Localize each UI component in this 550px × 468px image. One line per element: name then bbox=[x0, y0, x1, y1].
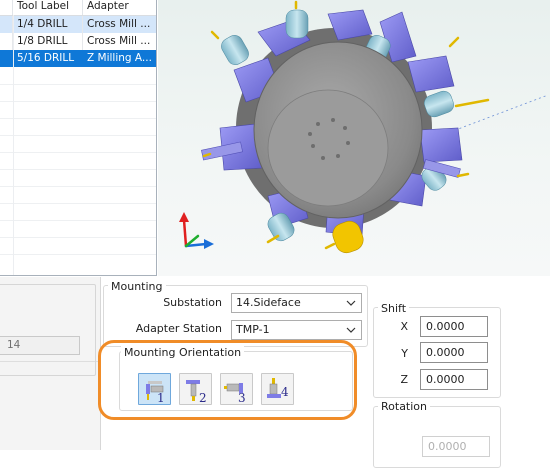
shift-y-input[interactable]: 0.0000 bbox=[420, 342, 488, 363]
adapter-station-label: Adapter Station bbox=[135, 322, 222, 335]
shift-x-label: X bbox=[400, 320, 408, 333]
shift-y-label: Y bbox=[401, 347, 408, 360]
row-index-cell bbox=[0, 16, 13, 33]
orientation-number: 4 bbox=[281, 385, 289, 399]
tool-table[interactable]: Tool Label Adapter 1/4 DRILL Cross Mill … bbox=[0, 0, 157, 276]
column-header-index[interactable] bbox=[0, 0, 13, 15]
adapter-cell: Cross Mill ... bbox=[87, 35, 151, 47]
row-divider bbox=[0, 220, 156, 221]
row-divider bbox=[0, 203, 156, 204]
rotation-group-title: Rotation bbox=[378, 400, 431, 413]
substation-dropdown[interactable]: 14.Sideface bbox=[231, 293, 362, 313]
left-groupbox bbox=[0, 284, 96, 376]
row-divider bbox=[0, 254, 156, 255]
adapter-station-value: TMP-1 bbox=[236, 323, 270, 336]
turret-model bbox=[179, 0, 549, 254]
orientation-1-icon: 1 bbox=[146, 381, 165, 405]
substation-value: 14.Sideface bbox=[236, 296, 301, 309]
adapter-station-dropdown[interactable]: TMP-1 bbox=[231, 320, 362, 340]
orientation-3-icon: 3 bbox=[224, 383, 246, 405]
table-row[interactable]: 1/4 DRILL Cross Mill ... bbox=[0, 16, 156, 33]
row-divider bbox=[0, 101, 156, 102]
adapter-cell: Cross Mill ... bbox=[87, 18, 151, 30]
column-header-adapter[interactable]: Adapter bbox=[83, 0, 156, 15]
row-divider bbox=[0, 186, 156, 187]
orientation-number: 2 bbox=[199, 391, 207, 405]
orientation-1-button[interactable]: 1 bbox=[138, 373, 171, 405]
tool-label-cell: 1/8 DRILL bbox=[13, 33, 83, 50]
row-divider bbox=[0, 152, 156, 153]
row-divider bbox=[0, 135, 156, 136]
left-value-field[interactable]: 14 bbox=[0, 336, 80, 355]
adapter-cell: Z Milling A... bbox=[87, 52, 152, 64]
rotation-input[interactable]: 0.0000 bbox=[422, 436, 490, 457]
orientation-3-button[interactable]: 3 bbox=[220, 373, 253, 405]
chevron-down-icon bbox=[346, 327, 356, 333]
table-row-selected[interactable]: 5/16 DRILL Z Milling A... bbox=[0, 50, 156, 67]
shift-x-input[interactable]: 0.0000 bbox=[420, 316, 488, 337]
3d-viewport[interactable] bbox=[158, 0, 550, 276]
row-index-cell bbox=[0, 33, 13, 50]
row-divider bbox=[0, 169, 156, 170]
mounting-group-title: Mounting bbox=[108, 280, 166, 293]
column-header-tool-label[interactable]: Tool Label bbox=[13, 0, 83, 15]
mounting-orientation-title: Mounting Orientation bbox=[121, 346, 245, 359]
chevron-down-icon bbox=[346, 300, 356, 306]
orientation-4-button[interactable]: 4 bbox=[261, 373, 294, 405]
tool-label-cell: 1/4 DRILL bbox=[13, 16, 83, 33]
column-divider bbox=[13, 15, 14, 275]
orientation-number: 3 bbox=[238, 391, 246, 405]
orientation-number: 1 bbox=[157, 391, 165, 405]
tool-label-cell: 5/16 DRILL bbox=[13, 50, 83, 67]
orientation-2-icon: 2 bbox=[186, 380, 207, 405]
axis-triad bbox=[179, 212, 214, 249]
shift-z-input[interactable]: 0.0000 bbox=[420, 369, 488, 390]
shift-z-label: Z bbox=[400, 373, 408, 386]
substation-label: Substation bbox=[163, 296, 222, 309]
orientation-2-button[interactable]: 2 bbox=[179, 373, 212, 405]
row-divider bbox=[0, 118, 156, 119]
row-divider bbox=[0, 237, 156, 238]
row-divider bbox=[0, 84, 156, 85]
orientation-4-icon: 4 bbox=[267, 378, 289, 399]
shift-group-title: Shift bbox=[378, 302, 410, 315]
row-index-cell bbox=[0, 50, 13, 67]
table-header: Tool Label Adapter bbox=[0, 0, 156, 16]
table-row[interactable]: 1/8 DRILL Cross Mill ... bbox=[0, 33, 156, 50]
